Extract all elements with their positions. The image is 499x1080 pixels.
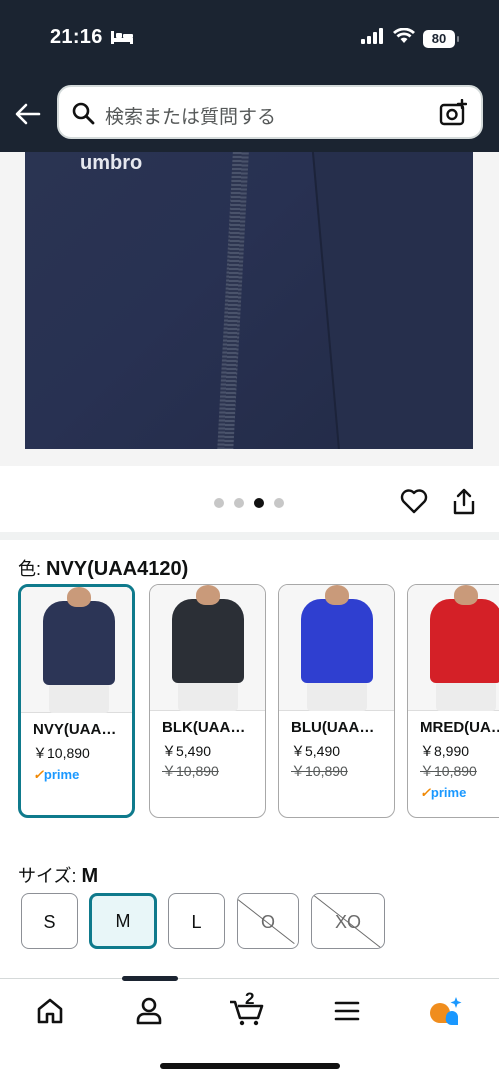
search-placeholder: 検索または質問する xyxy=(105,107,277,128)
search-input[interactable]: 検索または質問する xyxy=(57,85,483,139)
section-divider xyxy=(0,532,499,540)
signal-icon xyxy=(361,28,385,49)
size-option-m[interactable]: M xyxy=(89,893,157,949)
pager-dot[interactable] xyxy=(234,498,244,508)
color-label-prefix: 色: xyxy=(18,559,47,579)
back-arrow-icon[interactable] xyxy=(14,100,42,128)
swatch-model-head xyxy=(454,585,478,605)
color-label: 色: NVY(UAA4120) xyxy=(18,555,188,581)
pager-dot[interactable] xyxy=(274,498,284,508)
prime-badge: ✓prime xyxy=(420,785,466,801)
prime-check-icon: ✓ xyxy=(33,767,44,782)
swatch-price: ￥8,990 xyxy=(420,743,470,759)
swatch-pants xyxy=(49,683,109,713)
menu-icon[interactable] xyxy=(327,991,367,1031)
heart-icon[interactable] xyxy=(400,488,428,519)
selected-color-value: NVY(UAA4120) xyxy=(46,558,189,580)
size-option-xo-unavailable[interactable]: XO xyxy=(311,893,385,949)
status-time: 21:16 xyxy=(50,26,103,48)
sleep-mode-icon xyxy=(111,29,133,50)
swatch-price: ￥10,890 xyxy=(33,745,90,761)
swatch-price: ￥5,490 xyxy=(162,743,212,759)
product-image-area: umbro xyxy=(0,152,499,466)
account-icon[interactable] xyxy=(129,991,169,1031)
size-label-prefix: サイズ: xyxy=(18,866,82,886)
swatch-old-price: ￥10,890 xyxy=(162,763,219,779)
rufus-assistant-icon[interactable] xyxy=(426,991,466,1031)
size-label: サイズ: M xyxy=(18,862,98,888)
swatch-name: BLU(UAA… xyxy=(291,719,375,736)
swatch-pants xyxy=(436,681,496,711)
swatch-image xyxy=(150,585,265,711)
prime-badge: ✓prime xyxy=(33,767,79,783)
swatch-pants xyxy=(178,681,238,711)
camera-search-icon[interactable] xyxy=(439,98,468,132)
pager-dot[interactable] xyxy=(214,498,224,508)
jacket-sleeve xyxy=(310,152,473,449)
swatch-old-price: ￥10,890 xyxy=(420,763,477,779)
wifi-icon xyxy=(393,27,415,49)
status-bar: 21:16 80 xyxy=(0,0,499,76)
swatch-price: ￥5,490 xyxy=(291,743,341,759)
product-image[interactable]: umbro xyxy=(25,152,473,449)
color-swatch-mred[interactable]: MRED(UA… ￥8,990 ￥10,890 ✓prime xyxy=(407,584,499,818)
swatch-name: MRED(UA… xyxy=(420,719,499,736)
size-option-l[interactable]: L xyxy=(168,893,225,949)
active-tab-indicator xyxy=(122,976,178,981)
battery-icon: 80 xyxy=(423,29,459,48)
home-indicator-bar xyxy=(160,1063,340,1069)
size-option-s[interactable]: S xyxy=(21,893,78,949)
color-swatch-nvy[interactable]: NVY(UAA… ￥10,890 ✓prime xyxy=(18,584,135,818)
search-icon xyxy=(71,101,95,130)
share-icon[interactable] xyxy=(452,488,476,521)
size-option-o-unavailable[interactable]: O xyxy=(237,893,299,949)
pager-dot-active[interactable] xyxy=(254,498,264,508)
swatch-model-head xyxy=(196,585,220,605)
swatch-image xyxy=(279,585,394,711)
prime-check-icon: ✓ xyxy=(420,785,431,800)
prime-label: prime xyxy=(430,785,467,800)
swatch-jacket xyxy=(43,601,115,685)
color-swatch-blk[interactable]: BLK(UAA… ￥5,490 ￥10,890 xyxy=(149,584,266,818)
swatch-name: BLK(UAA… xyxy=(162,719,246,736)
prime-label: prime xyxy=(43,767,80,782)
swatch-image xyxy=(21,587,132,713)
image-pager-dots xyxy=(214,498,284,508)
jacket-zipper xyxy=(216,152,250,449)
swatch-image xyxy=(408,585,499,711)
home-icon[interactable] xyxy=(30,991,70,1031)
cart-icon[interactable]: 2 xyxy=(227,989,267,1031)
search-header: 検索または質問する xyxy=(0,76,499,152)
swatch-jacket xyxy=(172,599,244,683)
swatch-pants xyxy=(307,681,367,711)
color-swatch-list: NVY(UAA… ￥10,890 ✓prime BLK(UAA… ￥5,490 … xyxy=(18,584,499,820)
swatch-jacket xyxy=(430,599,499,683)
swatch-name: NVY(UAA… xyxy=(33,721,117,738)
selected-size-value: M xyxy=(81,865,99,887)
image-pager-row xyxy=(0,466,499,538)
color-swatch-blu[interactable]: BLU(UAA… ￥5,490 ￥10,890 xyxy=(278,584,395,818)
brand-logo: umbro xyxy=(80,152,143,174)
swatch-model-head xyxy=(325,585,349,605)
cart-count-badge: 2 xyxy=(245,989,255,1008)
swatch-jacket xyxy=(301,599,373,683)
swatch-model-head xyxy=(67,587,91,607)
swatch-old-price: ￥10,890 xyxy=(291,763,348,779)
